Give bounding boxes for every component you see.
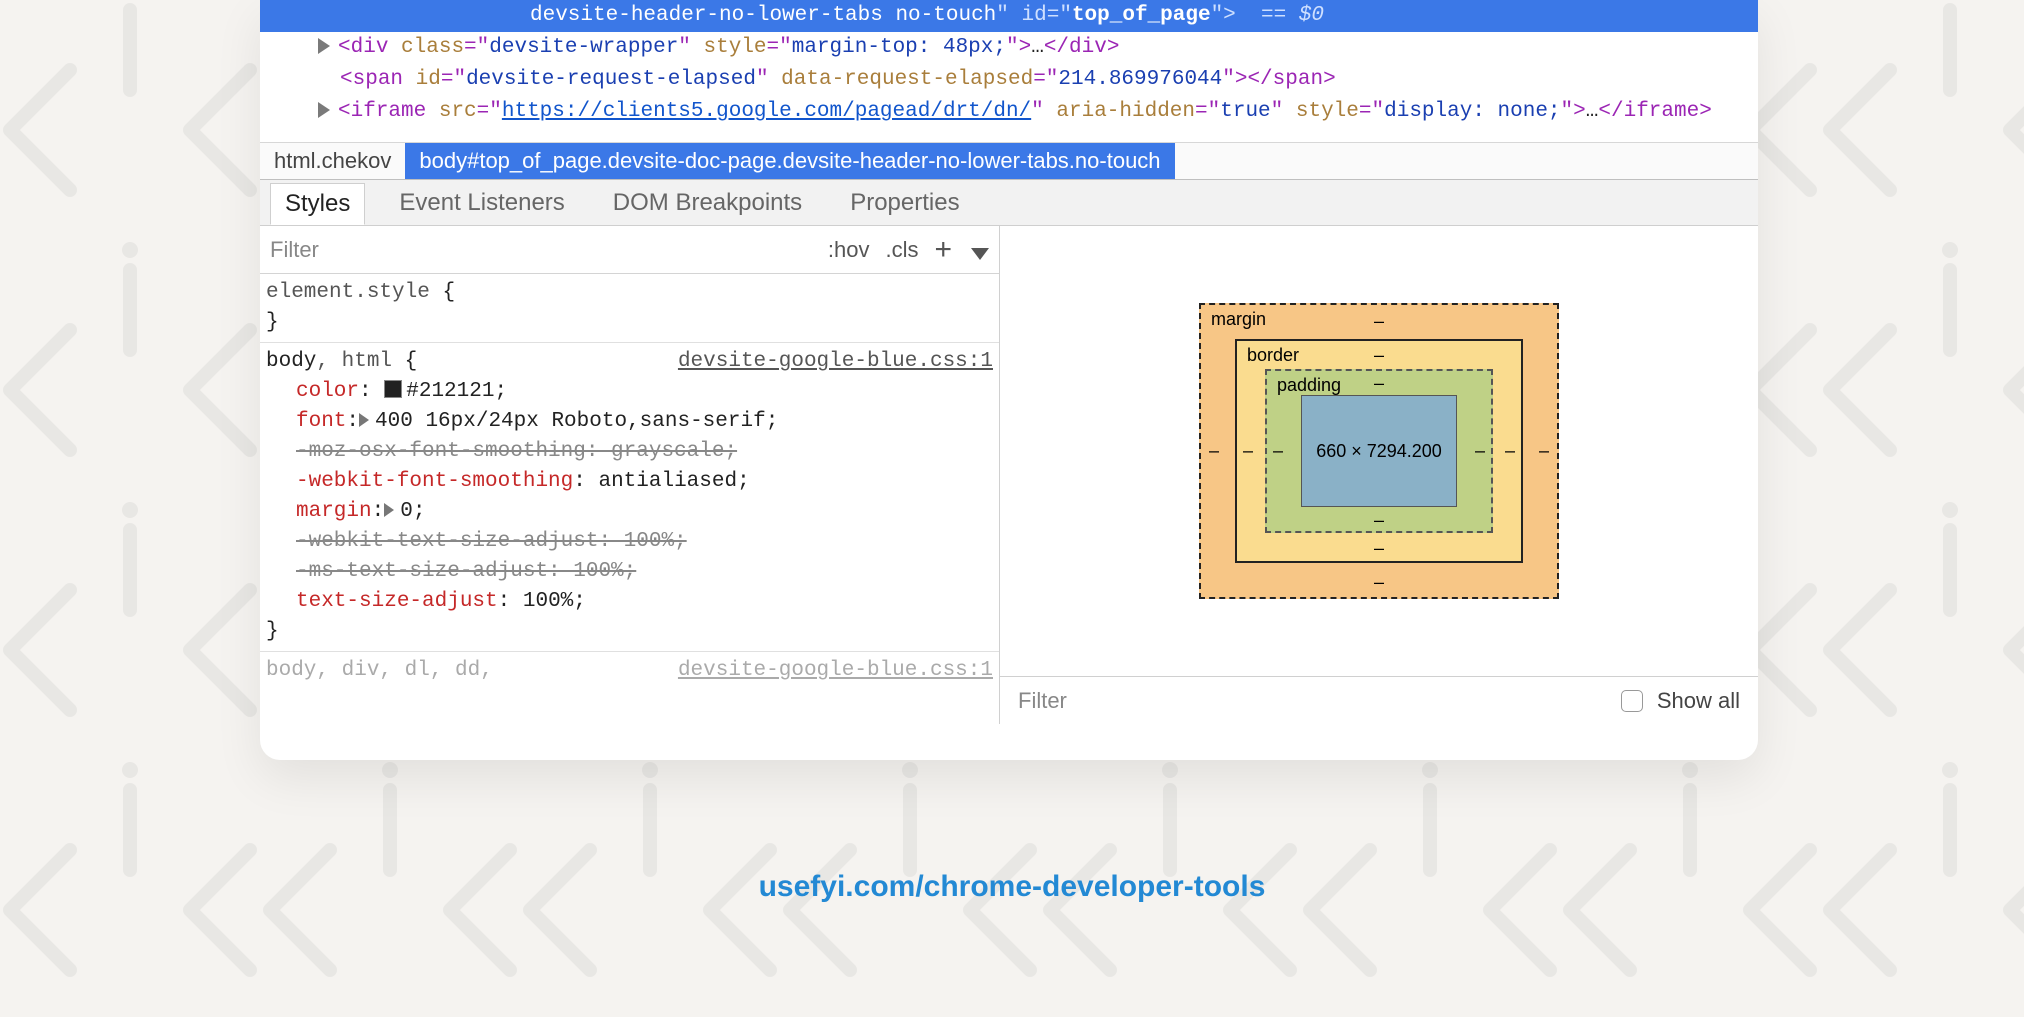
css-value: antialiased (598, 470, 737, 493)
box-dash: – (1374, 510, 1384, 531)
box-label-border: border (1247, 345, 1299, 366)
box-dash: – (1374, 572, 1384, 593)
box-dash: – (1505, 441, 1515, 462)
css-rules-list[interactable]: element.style { } devsite-google-blue.cs… (260, 274, 999, 724)
tag-name: div (351, 36, 389, 59)
cls-toggle[interactable]: .cls (885, 237, 918, 263)
dom-tree[interactable]: devsite-header-no-lower-tabs no-touch" i… (260, 0, 1758, 142)
tab-styles[interactable]: Styles (270, 183, 365, 225)
box-dash: – (1243, 441, 1253, 462)
rule-next-peek[interactable]: devsite-google-blue.css:1 body, div, dl,… (260, 652, 999, 690)
expand-shorthand-icon[interactable] (359, 413, 369, 427)
caption-link[interactable]: usefyi.com/chrome-developer-tools (0, 870, 2024, 904)
box-dash: – (1539, 441, 1549, 462)
css-prop: font (296, 410, 346, 433)
computed-filter-input[interactable]: Filter (1018, 688, 1067, 714)
styles-tab-bar: Styles Event Listeners DOM Breakpoints P… (260, 180, 1758, 226)
box-dash: – (1374, 538, 1384, 559)
css-value: 0 (400, 500, 413, 523)
show-all-label: Show all (1657, 688, 1740, 714)
expand-shorthand-icon[interactable] (384, 503, 394, 517)
dom-node-selected[interactable]: devsite-header-no-lower-tabs no-touch" i… (260, 0, 1758, 32)
show-all-checkbox[interactable] (1621, 690, 1643, 712)
class-value-fragment: devsite-header-no-lower-tabs no-touch (530, 4, 996, 27)
box-dash: – (1374, 311, 1384, 332)
rule-selector: element.style (266, 281, 430, 304)
box-label-margin: margin (1211, 309, 1266, 330)
attr-value-id: top_of_page (1072, 4, 1211, 27)
breadcrumb: html.chekov body#top_of_page.devsite-doc… (260, 142, 1758, 180)
box-dash: – (1374, 373, 1384, 394)
css-value: #212121 (406, 380, 494, 403)
css-prop: text-size-adjust (296, 590, 498, 613)
box-dash: – (1273, 441, 1283, 462)
rule-source-link[interactable]: devsite-google-blue.css:1 (678, 347, 993, 377)
rule-selector: body, div, dl, dd, (266, 659, 493, 682)
filter-input[interactable]: Filter (270, 237, 319, 263)
css-value: 400 16px/24px Roboto,sans-serif (375, 410, 766, 433)
css-prop: -webkit-font-smoothing (296, 470, 573, 493)
dropdown-arrow-icon[interactable] (971, 248, 989, 260)
dom-node-span[interactable]: <span id="devsite-request-elapsed" data-… (260, 64, 1758, 96)
dom-node-div[interactable]: <div class="devsite-wrapper" style="marg… (260, 32, 1758, 64)
breadcrumb-html[interactable]: html.chekov (260, 143, 405, 179)
tab-dom-breakpoints[interactable]: DOM Breakpoints (599, 183, 816, 223)
css-declaration-inactive: -ms-text-size-adjust: 100%; (296, 560, 636, 583)
styles-pane: Filter :hov .cls + element.style { } dev… (260, 226, 1000, 724)
box-model[interactable]: margin – – – – border – – – – padding (1000, 226, 1758, 676)
console-ref: == $0 (1261, 4, 1324, 27)
box-content-size: 660 × 7294.200 (1301, 395, 1457, 507)
expand-arrow-icon[interactable] (318, 38, 330, 54)
box-label-padding: padding (1277, 375, 1341, 396)
box-dash: – (1209, 441, 1219, 462)
rule-source-link: devsite-google-blue.css:1 (678, 656, 993, 686)
color-swatch-icon[interactable] (384, 380, 402, 398)
hov-toggle[interactable]: :hov (828, 237, 870, 263)
rule-element-style[interactable]: element.style { } (260, 274, 999, 343)
devtools-window: devsite-header-no-lower-tabs no-touch" i… (260, 0, 1758, 760)
computed-pane: margin – – – – border – – – – padding (1000, 226, 1758, 724)
css-value: 100% (523, 590, 573, 613)
css-declaration-inactive: -moz-osx-font-smoothing: grayscale; (296, 440, 737, 463)
tag-name: iframe (351, 100, 427, 123)
new-style-rule-button[interactable]: + (934, 233, 952, 267)
tag-name: span (353, 68, 403, 91)
tab-event-listeners[interactable]: Event Listeners (385, 183, 578, 223)
rule-body-html[interactable]: devsite-google-blue.css:1 body, html { c… (260, 343, 999, 652)
tab-properties[interactable]: Properties (836, 183, 973, 223)
iframe-src-link[interactable]: https://clients5.google.com/pagead/drt/d… (502, 100, 1031, 123)
styles-filter-row: Filter :hov .cls + (260, 226, 999, 274)
expand-arrow-icon[interactable] (318, 102, 330, 118)
dom-node-iframe[interactable]: <iframe src="https://clients5.google.com… (260, 96, 1758, 128)
box-dash: – (1475, 441, 1485, 462)
breadcrumb-body[interactable]: body#top_of_page.devsite-doc-page.devsit… (405, 143, 1174, 179)
css-declaration-inactive: -webkit-text-size-adjust: 100%; (296, 530, 687, 553)
css-prop: margin (296, 500, 372, 523)
css-prop: color (296, 380, 359, 403)
computed-filter-row: Filter Show all (1000, 676, 1758, 724)
box-dash: – (1374, 345, 1384, 366)
attr-name-id: id (1022, 4, 1047, 27)
